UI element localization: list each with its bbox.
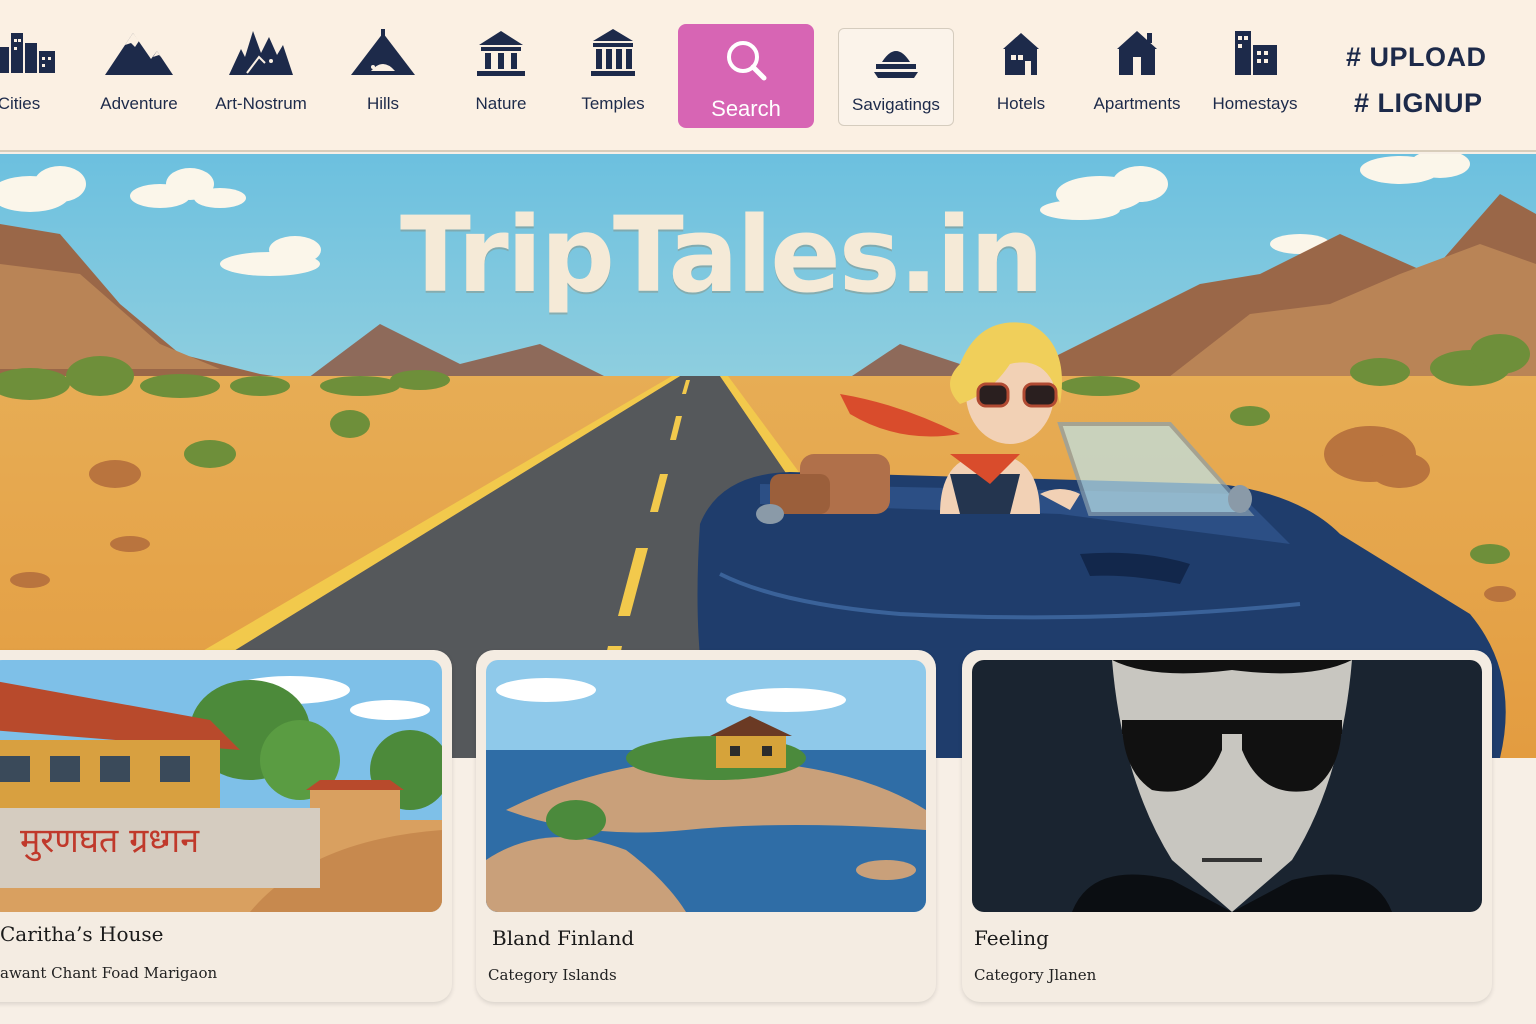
upload-link[interactable]: # UPLOAD bbox=[1346, 42, 1487, 73]
pavilion-icon bbox=[465, 24, 537, 82]
listing-card[interactable]: Bland Finland Category Islands bbox=[476, 650, 936, 1002]
nav-item-label: Apartments bbox=[1093, 94, 1181, 113]
nav-item-art-nostrum[interactable]: Art-Nostrum bbox=[202, 24, 320, 128]
card-title: Feeling bbox=[974, 926, 1049, 950]
nav-item-nature[interactable]: Nature bbox=[442, 24, 560, 128]
temple-columns-icon bbox=[577, 24, 649, 82]
search-icon bbox=[710, 32, 782, 90]
nav-item-label: Adventure bbox=[100, 94, 178, 113]
boat-icon bbox=[860, 29, 932, 87]
nav-item-cities[interactable]: Cities bbox=[0, 24, 78, 128]
nav-item-label: Temples bbox=[581, 94, 645, 113]
card-title: Caritha’s House bbox=[0, 922, 164, 946]
nav-item-hotels[interactable]: Hotels bbox=[962, 24, 1080, 128]
search-button[interactable]: Search bbox=[678, 24, 814, 128]
signup-link[interactable]: # LIGNUP bbox=[1354, 88, 1483, 119]
nav-item-label: Hills bbox=[366, 94, 400, 113]
house-icon bbox=[985, 24, 1057, 82]
nav-item-label: Art-Nostrum bbox=[215, 94, 307, 113]
top-nav: Cities Adventure Art-Nostrum Hills Natur… bbox=[0, 0, 1536, 152]
nav-item-hills[interactable]: Hills bbox=[324, 24, 442, 128]
nav-item-temples[interactable]: Temples bbox=[554, 24, 672, 128]
card-image: मुरणघत ग्रध्गन bbox=[0, 660, 442, 912]
nav-item-adventure[interactable]: Adventure bbox=[80, 24, 198, 128]
mountain-icon bbox=[103, 24, 175, 82]
nav-item-label: Hotels bbox=[996, 94, 1046, 113]
nav-item-apartments[interactable]: Apartments bbox=[1078, 24, 1196, 128]
nav-item-label: Homestays bbox=[1212, 94, 1298, 113]
nav-item-label: Nature bbox=[475, 94, 527, 113]
search-button-label: Search bbox=[711, 96, 781, 121]
nav-item-savigatings[interactable]: Savigatings bbox=[838, 28, 954, 126]
nav-item-homestays[interactable]: Homestays bbox=[1196, 24, 1314, 128]
building-icon bbox=[1219, 24, 1291, 82]
card-subtitle: Category Islands bbox=[488, 966, 617, 984]
city-skyline-icon bbox=[0, 24, 55, 82]
hill-tent-icon bbox=[347, 24, 419, 82]
card-image bbox=[486, 660, 926, 912]
card-title: Bland Finland bbox=[492, 926, 635, 950]
nav-item-label: Savigatings bbox=[852, 95, 940, 114]
nav-item-label: Cities bbox=[0, 94, 41, 113]
card-subtitle: Category Jlanen bbox=[974, 966, 1097, 984]
card-image bbox=[972, 660, 1482, 912]
castle-icon bbox=[225, 24, 297, 82]
card-sign-text: मुरणघत ग्रध्गन bbox=[20, 821, 200, 862]
listing-card[interactable]: Feeling Category Jlanen bbox=[962, 650, 1492, 1002]
hero-title: TripTales.in bbox=[400, 194, 1044, 316]
listing-card[interactable]: मुरणघत ग्रध्गन Caritha’s House awant Cha… bbox=[0, 650, 452, 1002]
card-subtitle: awant Chant Foad Marigaon bbox=[0, 964, 218, 982]
apartment-house-icon bbox=[1101, 24, 1173, 82]
